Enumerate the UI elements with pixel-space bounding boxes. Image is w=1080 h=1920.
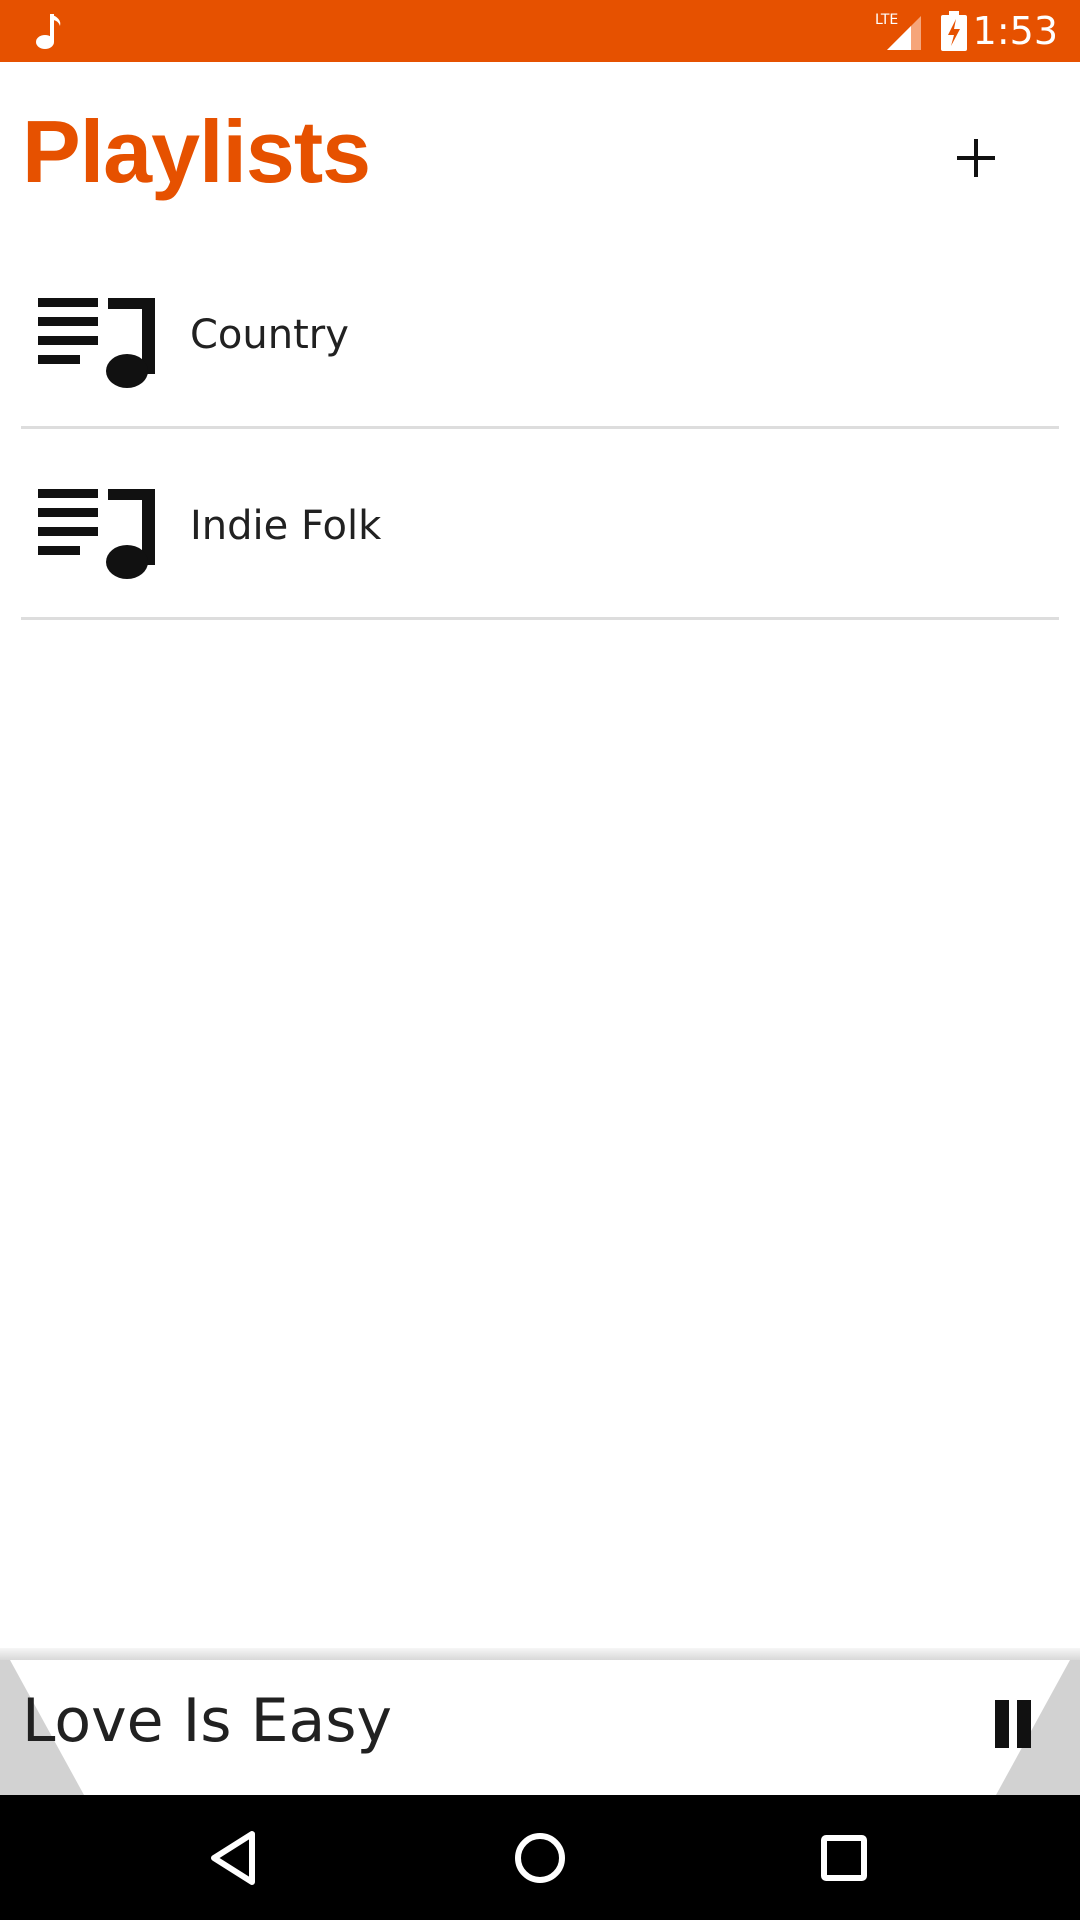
playlist-music-icon — [38, 489, 155, 579]
svg-text:LTE: LTE — [875, 12, 898, 28]
now-playing-bar[interactable]: Love Is Easy — [0, 1648, 1080, 1795]
playlist-music-icon — [38, 298, 155, 388]
plus-icon — [957, 139, 995, 177]
recents-icon[interactable] — [808, 1822, 880, 1894]
now-playing-title: Love Is Easy — [22, 1686, 393, 1756]
pause-icon[interactable] — [985, 1688, 1045, 1758]
back-icon[interactable] — [200, 1822, 272, 1894]
list-item[interactable]: Country — [0, 238, 1080, 429]
music-note-icon — [36, 14, 61, 49]
status-clock: 1:53 — [972, 9, 1058, 53]
playlist-label: Country — [190, 312, 349, 358]
battery-charging-icon — [941, 11, 967, 51]
now-playing-shadow — [0, 1648, 1080, 1660]
add-playlist-button[interactable] — [935, 117, 1017, 199]
divider — [21, 617, 1059, 620]
playlist-label: Indie Folk — [190, 503, 382, 549]
lte-signal-icon: LTE — [875, 12, 921, 50]
status-bar: LTE 1:53 — [0, 0, 1080, 62]
list-item[interactable]: Indie Folk — [0, 429, 1080, 620]
navigation-bar — [0, 1795, 1080, 1920]
playlist-list: Country Indie Folk — [0, 238, 1080, 620]
app-header: Playlists — [0, 62, 1080, 232]
home-icon[interactable] — [504, 1822, 576, 1894]
page-title: Playlists — [22, 102, 371, 201]
